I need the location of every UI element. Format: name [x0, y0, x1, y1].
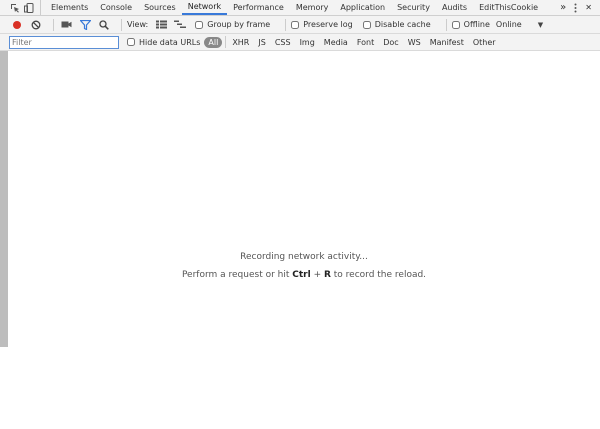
devtools-tabbar: Elements Console Sources Network Perform… — [0, 0, 600, 16]
chevron-down-icon: ▼ — [537, 20, 544, 29]
hide-data-urls-label: Hide data URLs — [139, 37, 201, 47]
preserve-log-box[interactable] — [291, 20, 300, 29]
tab-memory[interactable]: Memory — [290, 0, 335, 15]
network-toolbar: View: Group by frame Preserve log Disabl… — [0, 16, 600, 34]
group-by-frame-label: Group by frame — [207, 20, 271, 29]
hint-suffix: to record the reload. — [330, 270, 427, 280]
type-filter-manifest[interactable]: Manifest — [427, 37, 467, 48]
hint-key-r: R — [323, 270, 331, 280]
inspect-element-icon[interactable] — [10, 3, 20, 13]
overview-waterfall-icon[interactable] — [173, 18, 187, 32]
hint-key-ctrl: Ctrl — [292, 270, 311, 280]
tab-network[interactable]: Network — [181, 0, 228, 15]
hide-data-urls-box[interactable] — [127, 38, 135, 46]
more-tabs-icon[interactable]: » — [560, 2, 566, 13]
offline-label: Offline — [463, 20, 490, 29]
throttling-value: Online — [495, 20, 522, 29]
type-filter-img[interactable]: Img — [297, 37, 318, 48]
group-by-frame-box[interactable] — [195, 20, 204, 29]
type-filter-all[interactable]: All — [204, 36, 223, 48]
close-icon[interactable]: ✕ — [585, 3, 592, 12]
hint-plus: + — [310, 270, 324, 280]
tab-security[interactable]: Security — [391, 0, 436, 15]
view-label: View: — [127, 20, 149, 29]
filter-bar: Hide data URLs All XHR JS CSS Img Media … — [0, 34, 600, 51]
group-by-frame-checkbox[interactable]: Group by frame — [195, 20, 270, 29]
tab-performance[interactable]: Performance — [227, 0, 290, 15]
tab-elements[interactable]: Elements — [45, 0, 94, 15]
left-resize-strip[interactable] — [0, 51, 8, 347]
reload-hint-text: Perform a request or hit Ctrl + R to rec… — [8, 270, 600, 280]
hide-data-urls-checkbox[interactable]: Hide data URLs — [127, 38, 200, 47]
tab-icons-group — [0, 0, 41, 15]
type-filter-js[interactable]: JS — [255, 37, 268, 48]
type-filter-xhr[interactable]: XHR — [229, 37, 252, 48]
search-icon[interactable] — [97, 18, 111, 32]
record-button[interactable] — [10, 18, 24, 32]
disable-cache-checkbox[interactable]: Disable cache — [362, 20, 431, 29]
tab-console[interactable]: Console — [94, 0, 138, 15]
offline-checkbox[interactable]: Offline — [451, 20, 490, 29]
type-filter-doc[interactable]: Doc — [380, 37, 401, 48]
clear-button[interactable] — [29, 18, 43, 32]
type-filter-css[interactable]: CSS — [272, 37, 294, 48]
type-filter-font[interactable]: Font — [354, 37, 377, 48]
type-filter-media[interactable]: Media — [321, 37, 351, 48]
type-filter-ws[interactable]: WS — [405, 37, 424, 48]
tab-application[interactable]: Application — [334, 0, 391, 15]
tab-sources[interactable]: Sources — [138, 0, 182, 15]
type-filter-other[interactable]: Other — [470, 37, 499, 48]
large-request-rows-icon[interactable] — [154, 18, 168, 32]
tab-audits[interactable]: Audits — [436, 0, 473, 15]
hint-prefix: Perform a request or hit — [181, 270, 293, 280]
network-requests-panel: Recording network activity... Perform a … — [8, 51, 600, 429]
recording-status-text: Recording network activity... — [240, 252, 368, 262]
offline-box[interactable] — [451, 20, 460, 29]
preserve-log-label: Preserve log — [303, 20, 353, 29]
screenshots-camera-icon[interactable] — [59, 18, 73, 32]
device-toolbar-icon[interactable] — [24, 2, 34, 13]
menu-icon[interactable] — [574, 3, 577, 13]
filter-input[interactable] — [9, 35, 119, 49]
disable-cache-box[interactable] — [362, 20, 371, 29]
disable-cache-label: Disable cache — [374, 20, 431, 29]
filter-funnel-icon[interactable] — [78, 18, 92, 32]
tab-editthiscookie[interactable]: EditThisCookie — [473, 0, 544, 15]
throttling-select[interactable]: Online ▼ — [496, 20, 543, 29]
preserve-log-checkbox[interactable]: Preserve log — [291, 20, 353, 29]
